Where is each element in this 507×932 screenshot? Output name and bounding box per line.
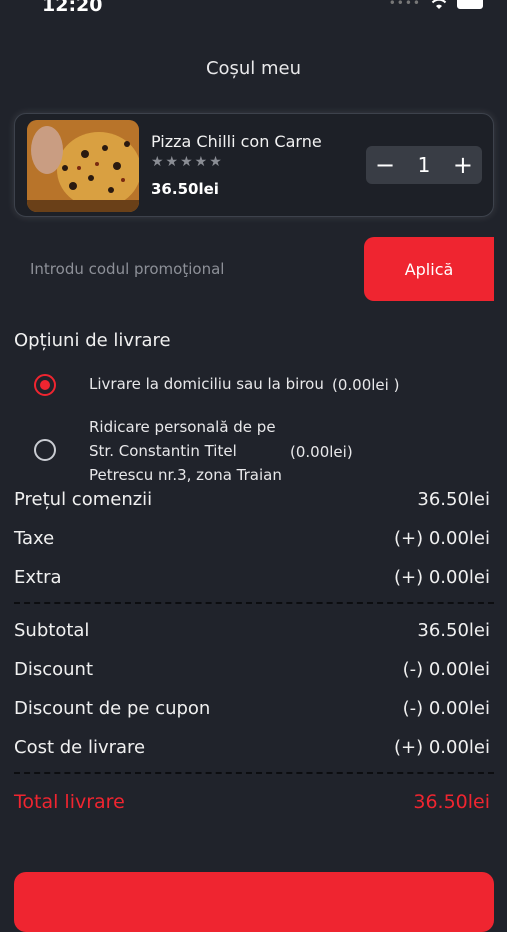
summary-value: 36.50lei xyxy=(417,619,490,641)
wifi-icon xyxy=(429,0,449,9)
delivery-option-pickup-price: (0.00lei) xyxy=(290,443,353,461)
summary-value: 36.50lei xyxy=(417,488,490,510)
delivery-options-title: Opțiuni de livrare xyxy=(14,330,171,351)
delivery-option-home-label[interactable]: Livrare la domiciliu sau la birou xyxy=(89,372,324,396)
summary-value: (-) 0.00lei xyxy=(402,697,490,719)
quantity-value: 1 xyxy=(417,153,431,177)
summary-value: (+) 0.00lei xyxy=(393,736,490,758)
summary-row-extra: Extra (+) 0.00lei xyxy=(14,564,490,590)
summary-label: Cost de livrare xyxy=(14,736,146,758)
total-row: Total livrare 36.50lei xyxy=(14,789,490,815)
summary-row-delivery-cost: Cost de livrare (+) 0.00lei xyxy=(14,734,490,760)
apply-promo-button[interactable]: Aplică xyxy=(364,237,494,301)
product-image xyxy=(27,120,139,212)
radio-selected-icon[interactable] xyxy=(34,374,56,396)
product-price: 36.50lei xyxy=(151,180,219,198)
product-name: Pizza Chilli con Carne xyxy=(151,132,322,151)
delivery-option-home-price: (0.00lei ) xyxy=(332,376,400,394)
summary-row-subtotal: Subtotal 36.50lei xyxy=(14,617,490,643)
battery-icon xyxy=(457,0,483,9)
radio-unselected-icon[interactable] xyxy=(34,439,56,461)
total-value: 36.50lei xyxy=(413,791,490,813)
page-title: Coșul meu xyxy=(205,58,302,79)
summary-value: (+) 0.00lei xyxy=(393,566,490,588)
summary-row-discount: Discount (-) 0.00lei xyxy=(14,656,490,682)
summary-value: (+) 0.00lei xyxy=(393,527,490,549)
summary-label: Discount de pe cupon xyxy=(14,697,211,719)
status-bar: 12:20 •••• xyxy=(0,0,507,16)
delivery-option-pickup-label[interactable]: Ridicare personală de pe Str. Constantin… xyxy=(89,415,282,487)
minus-icon[interactable]: − xyxy=(366,146,404,184)
summary-label: Taxe xyxy=(14,527,55,549)
checkout-button[interactable] xyxy=(14,872,494,932)
total-label: Total livrare xyxy=(14,791,125,813)
promo-code-input[interactable] xyxy=(14,237,364,301)
quantity-stepper: − 1 + xyxy=(366,146,482,184)
summary-row-order-price: Prețul comenzii 36.50lei xyxy=(14,486,490,512)
status-icons: •••• xyxy=(389,0,483,10)
plus-icon[interactable]: + xyxy=(444,146,482,184)
divider xyxy=(14,602,494,604)
summary-label: Extra xyxy=(14,566,62,588)
divider xyxy=(14,772,494,774)
pickup-line-2: Str. Constantin Titel xyxy=(89,442,237,460)
signal-icon: •••• xyxy=(388,0,421,10)
summary-value: (-) 0.00lei xyxy=(402,658,490,680)
summary-row-taxes: Taxe (+) 0.00lei xyxy=(14,525,490,551)
rating-stars-icon: ★★★★★ xyxy=(151,154,224,170)
summary-label: Prețul comenzii xyxy=(14,488,153,510)
pickup-line-1: Ridicare personală de pe xyxy=(89,418,276,436)
pickup-line-3: Petrescu nr.3, zona Traian xyxy=(89,466,282,484)
summary-row-coupon-discount: Discount de pe cupon (-) 0.00lei xyxy=(14,695,490,721)
summary-label: Discount xyxy=(14,658,94,680)
summary-label: Subtotal xyxy=(14,619,90,641)
status-time: 12:20 xyxy=(42,0,103,16)
cart-item-card[interactable]: Pizza Chilli con Carne ★★★★★ 36.50lei − … xyxy=(14,113,494,217)
